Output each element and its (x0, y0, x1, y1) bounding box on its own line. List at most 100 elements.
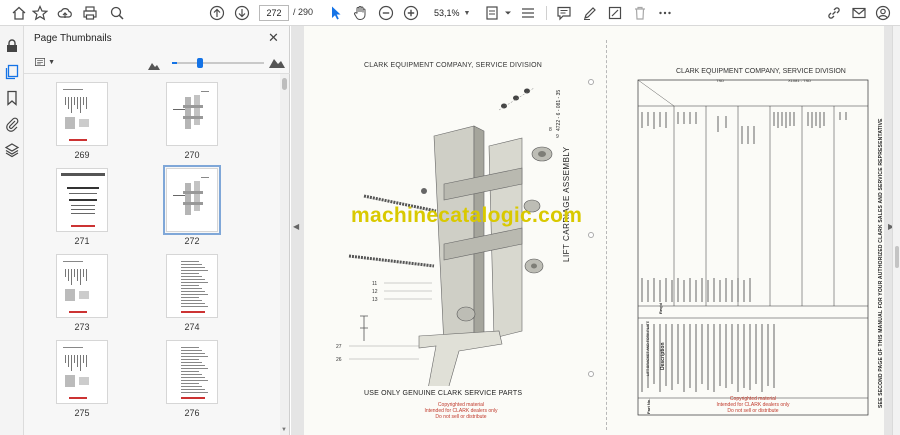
left-figure-code: 4722 - 6 - 081 - 35 (556, 89, 562, 131)
thumbnails-scrollbar[interactable]: ▼ (280, 74, 289, 435)
slider-fill (172, 62, 177, 64)
close-icon[interactable]: ✕ (268, 30, 279, 46)
next-page-icon[interactable] (232, 3, 252, 23)
svg-text:13: 13 (372, 297, 378, 303)
scroll-mode-icon[interactable] (518, 3, 538, 23)
lock-icon[interactable] (4, 38, 20, 54)
table-col-part: Part No. (646, 398, 651, 414)
thumbnail-page-preview (166, 82, 218, 146)
bookmark-star-icon[interactable] (30, 3, 50, 23)
copyright-line: Do not sell or distribute (435, 414, 487, 420)
thumbnail-label: 274 (184, 322, 200, 332)
layers-icon[interactable] (4, 142, 20, 158)
thumbnail-label: 272 (184, 236, 200, 246)
email-icon[interactable] (849, 3, 869, 23)
account-icon[interactable] (873, 3, 893, 23)
thumbnails-panel: Page Thumbnails ✕ ▼ 269 270 271 272 273 274 27… (24, 26, 290, 435)
print-icon[interactable] (80, 3, 100, 23)
thumbnail-page-preview (56, 254, 108, 318)
attachment-icon[interactable] (4, 116, 20, 132)
watermark-text: machinecatalogic.com (351, 204, 583, 227)
left-page-header: CLARK EQUIPMENT COMPANY, SERVICE DIVISIO… (364, 62, 543, 69)
thumbnail-size-slider[interactable] (172, 58, 264, 68)
zoom-out-icon[interactable] (376, 3, 396, 23)
table-subheading: LIFT BRACKET AND FORK PLATE (646, 320, 650, 376)
copyright-line: Do not sell or distribute (727, 408, 779, 414)
comment-icon[interactable] (554, 3, 574, 23)
zoom-value: 53,1% (434, 8, 460, 18)
svg-text:8: 8 (549, 127, 552, 133)
page-thumbnails-icon[interactable] (4, 64, 20, 80)
chevron-down-icon: ▼ (463, 9, 471, 17)
thumbnail-label: 273 (74, 322, 90, 332)
thumbnail-item[interactable]: 275 (37, 340, 127, 418)
thumbnail-page-preview (166, 340, 218, 404)
thumbnail-grid: 269 270 271 272 273 274 275 276 (24, 74, 280, 435)
thumbnail-item[interactable]: 270 (147, 82, 237, 160)
thumbnail-label: 269 (74, 150, 90, 160)
thumbnail-label: 275 (74, 408, 90, 418)
thumbnail-label: 270 (184, 150, 200, 160)
pdf-page: CLARK EQUIPMENT COMPANY, SERVICE DIVISIO… (304, 26, 884, 435)
zoom-in-icon[interactable] (401, 3, 421, 23)
bookmark-icon[interactable] (4, 90, 20, 106)
prev-page-arrow-icon[interactable]: ◀ (293, 222, 299, 231)
thumbnail-tools: ▼ (24, 50, 290, 74)
svg-text:27: 27 (336, 344, 342, 350)
hand-tool-icon[interactable] (350, 3, 370, 23)
page-fit-dropdown-icon[interactable] (502, 3, 514, 23)
thumbnail-item[interactable]: 274 (147, 254, 237, 332)
pdf-viewer: 272 / 290 53,1% ▼ Page Thumbnails ✕ ▼ 26… (0, 0, 900, 435)
share-link-icon[interactable] (824, 3, 844, 23)
thumbnail-item[interactable]: 272 (147, 165, 237, 246)
smaller-thumbnails-icon[interactable] (148, 57, 160, 70)
document-view[interactable]: ◀ CLARK EQUIPMENT COMPANY, SERVICE DIVIS… (291, 26, 900, 435)
thumbnail-page-preview (56, 340, 108, 404)
thumbnail-item[interactable]: 273 (37, 254, 127, 332)
slider-knob[interactable] (196, 58, 203, 68)
thumbnail-item[interactable]: 271 (37, 168, 127, 246)
top-toolbar: 272 / 290 53,1% ▼ (0, 0, 900, 26)
thumbnail-label: 276 (184, 408, 200, 418)
thumbnail-page-preview (166, 254, 218, 318)
scrollbar-thumb[interactable] (282, 78, 287, 90)
search-icon[interactable] (107, 3, 127, 23)
scrollbar-thumb[interactable] (895, 246, 899, 268)
thumbnail-label: 271 (74, 236, 90, 246)
more-options-icon[interactable] (655, 3, 675, 23)
svg-text:11: 11 (372, 281, 377, 287)
table-col-req: Req'd (658, 303, 663, 314)
thumbnail-item[interactable]: 276 (147, 340, 237, 418)
draw-icon[interactable] (605, 3, 625, 23)
home-icon[interactable] (9, 3, 29, 23)
left-rail (0, 26, 24, 435)
left-copyright: Copyrighted material Intended for CLARK … (416, 402, 506, 420)
highlight-pen-icon[interactable] (580, 3, 600, 23)
previous-page-icon[interactable] (207, 3, 227, 23)
thumbnail-page-preview (56, 82, 108, 146)
upload-cloud-icon[interactable] (55, 3, 75, 23)
select-cursor-icon[interactable] (326, 3, 346, 23)
svg-text:12: 12 (372, 289, 378, 295)
svg-text:9: 9 (556, 134, 559, 140)
right-copyright: Copyrighted material Intended for CLARK … (708, 396, 798, 414)
toolbar-divider (546, 6, 547, 20)
table-heading: Description (660, 342, 666, 370)
scroll-down-icon[interactable]: ▼ (281, 427, 287, 433)
document-scrollbar[interactable] (892, 26, 900, 435)
binder-hole (588, 79, 594, 85)
list-options-icon (35, 58, 46, 66)
right-side-text: SEE SECOND PAGE OF THIS MANUAL FOR YOUR … (878, 118, 884, 408)
page-fit-icon[interactable] (482, 3, 502, 23)
zoom-select[interactable]: 53,1% ▼ (430, 5, 474, 21)
thumbnail-options-button[interactable]: ▼ (35, 55, 55, 69)
panel-title: Page Thumbnails (34, 33, 112, 44)
lift-carriage-diagram: 27 26 11 12 13 8 9 (336, 87, 559, 386)
page-total: / 290 (293, 7, 314, 17)
page-number-input[interactable]: 272 (259, 5, 289, 21)
larger-thumbnails-icon[interactable] (269, 55, 285, 68)
thumbnail-item[interactable]: 269 (37, 82, 127, 160)
chevron-down-icon: ▼ (48, 58, 55, 66)
delete-icon[interactable] (630, 3, 650, 23)
binder-hole (588, 371, 594, 377)
